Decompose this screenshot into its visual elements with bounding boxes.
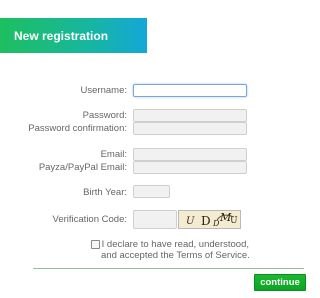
- terms-checkbox[interactable]: [91, 240, 100, 249]
- birth-year-label: Birth Year:: [83, 187, 127, 198]
- captcha-image: U D D M U: [178, 210, 241, 229]
- password-field[interactable]: [133, 109, 247, 122]
- svg-text:U: U: [230, 216, 238, 226]
- page-title: New registration: [14, 29, 109, 43]
- svg-text:U: U: [186, 216, 195, 227]
- terms-text: I declare to have read, understood, and …: [101, 239, 250, 261]
- birth-year-field[interactable]: [133, 185, 170, 198]
- svg-text:D: D: [201, 214, 211, 228]
- terms-line-1: I declare to have read, understood,: [101, 239, 249, 250]
- continue-button[interactable]: continue: [254, 274, 306, 291]
- payza-email-field[interactable]: [133, 161, 247, 174]
- payza-email-label: Payza/PayPal Email:: [38, 162, 127, 173]
- password-label: Password:: [82, 110, 127, 121]
- password-confirmation-label: Password confirmation:: [28, 123, 127, 134]
- verification-code-field[interactable]: [133, 210, 177, 229]
- username-field[interactable]: [133, 84, 247, 97]
- svg-text:D: D: [212, 219, 220, 228]
- form-divider: [33, 268, 304, 269]
- email-field[interactable]: [133, 148, 247, 161]
- registration-header: New registration: [0, 18, 147, 53]
- email-label: Email:: [100, 149, 127, 160]
- password-confirmation-field[interactable]: [133, 122, 247, 135]
- verification-code-label: Verification Code:: [52, 214, 127, 225]
- username-label: Username:: [80, 85, 127, 96]
- terms-line-2: and accepted the Terms of Service.: [101, 250, 250, 261]
- captcha-graphic: U D D M U: [179, 211, 240, 228]
